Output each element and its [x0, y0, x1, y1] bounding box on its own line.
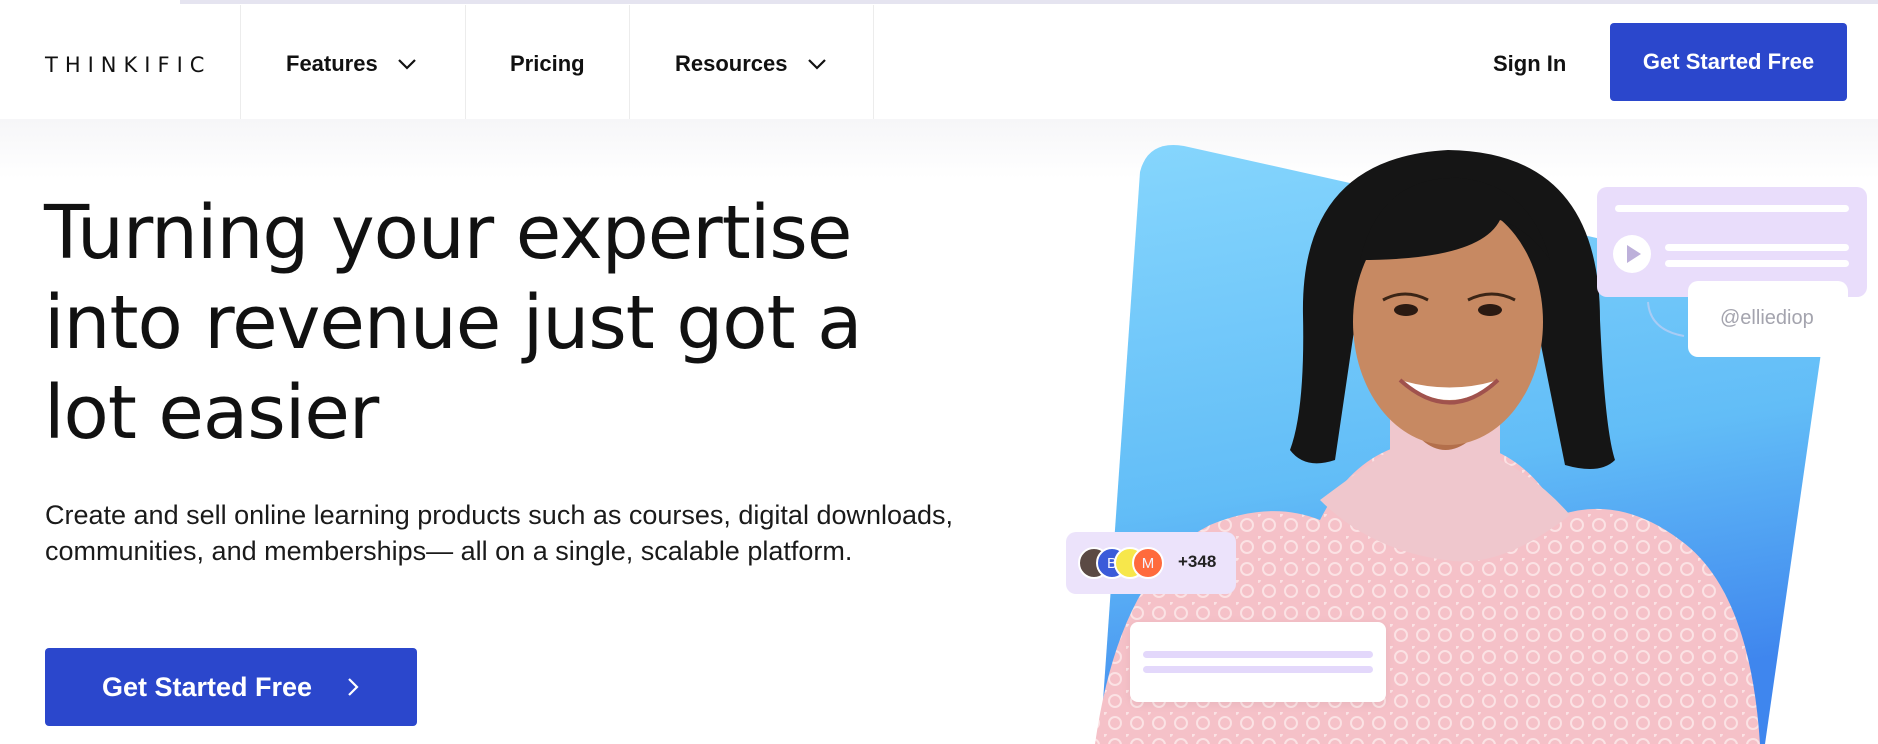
chevron-right-icon [348, 678, 359, 696]
chevron-down-icon [807, 59, 826, 70]
text-card [1130, 622, 1386, 702]
hero-headline: Turning your expertise into revenue just… [44, 190, 862, 456]
nav-item-label: Resources [675, 51, 788, 76]
nav-get-started-button[interactable]: Get Started Free [1610, 23, 1847, 101]
avatar-group: B M +348 [1066, 532, 1236, 594]
hero-subtitle: Create and sell online learning products… [45, 500, 954, 566]
main-nav: THINKIFIC Features Pricing Resources Sig… [0, 5, 1878, 119]
user-handle: @elliediop [1720, 307, 1814, 329]
member-count: +348 [1178, 552, 1217, 571]
handle-card: @elliediop [1688, 281, 1848, 357]
skeleton-line [1143, 651, 1373, 658]
skeleton-line [1665, 244, 1849, 251]
skeleton-line [1615, 205, 1849, 212]
nav-divider [873, 5, 874, 119]
nav-item-label: Pricing [510, 51, 585, 76]
hero-visual: @elliediop B M +348 [1060, 140, 1878, 744]
hero-get-started-button[interactable]: Get Started Free [45, 648, 417, 726]
hero-cta-label: Get Started Free [101, 671, 313, 702]
nav-item-pricing[interactable]: Pricing [510, 51, 585, 77]
nav-item-features[interactable]: Features [286, 51, 418, 77]
nav-item-label: Features [286, 51, 378, 76]
logo[interactable]: THINKIFIC [45, 53, 211, 77]
connector-curve [1647, 301, 1685, 337]
nav-divider [629, 5, 630, 119]
skeleton-line [1665, 260, 1849, 267]
sign-in-link[interactable]: Sign In [1493, 51, 1566, 77]
avatar: M [1132, 547, 1164, 579]
nav-divider [240, 5, 241, 119]
top-divider [180, 0, 1878, 4]
skeleton-line [1143, 666, 1373, 673]
nav-item-resources[interactable]: Resources [675, 51, 828, 77]
nav-divider [465, 5, 466, 119]
play-icon[interactable] [1613, 235, 1651, 273]
chevron-down-icon [397, 59, 416, 70]
